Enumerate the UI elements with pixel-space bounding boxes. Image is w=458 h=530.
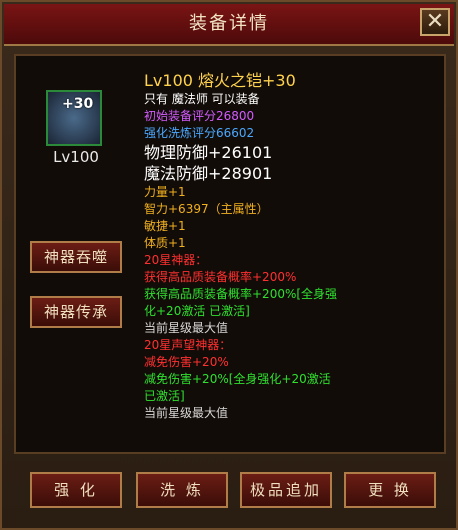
- window-title: 装备详情: [189, 13, 269, 34]
- replace-label: 更 换: [368, 481, 412, 499]
- prestige-20-effect: 减免伤害+20%: [144, 355, 229, 369]
- artifact-20-max: 当前星级最大值: [144, 321, 229, 335]
- close-button[interactable]: ✕: [420, 8, 450, 36]
- refine-score: 强化洗炼评分66602: [144, 126, 255, 140]
- wash-label: 洗 炼: [160, 481, 204, 499]
- item-stats: Lv100 熔火之铠+30 只有 魔法师 可以装备 初始装备评分26800 强化…: [144, 70, 440, 422]
- agility-stat: 敏捷+1: [144, 219, 186, 233]
- item-info-area: +30 Lv100 神器吞噬 神器传承 Lv100 熔火之铠+30 只有 魔法师…: [14, 54, 446, 454]
- intellect-stat: 智力+6397（主属性）: [144, 202, 269, 216]
- physical-defense: 物理防御+26101: [144, 143, 273, 162]
- item-plus-label: +30: [62, 96, 94, 112]
- enhance-button[interactable]: 强 化: [30, 472, 122, 508]
- append-label: 极品追加: [249, 481, 322, 499]
- item-icon[interactable]: +30: [46, 90, 102, 146]
- close-icon: ✕: [425, 9, 445, 34]
- prestige-20-bonus: 减免伤害+20%[全身强化+20激活: [144, 372, 331, 386]
- artifact-20-bonus: 获得高品质装备概率+200%[全身强: [144, 287, 338, 301]
- artifact-inherit-button[interactable]: 神器传承: [30, 296, 122, 328]
- replace-button[interactable]: 更 换: [344, 472, 436, 508]
- equipment-detail-panel: 装备详情 ✕ +30 Lv100 神器吞噬 神器传承 Lv100 熔火之铠+30…: [0, 0, 458, 530]
- artifact-20-effect: 获得高品质装备概率+200%: [144, 270, 297, 284]
- enhance-label: 强 化: [54, 481, 98, 499]
- artifact-20-title: 20星神器：: [144, 253, 208, 267]
- item-name: Lv100 熔火之铠+30: [144, 71, 296, 90]
- artifact-devour-button[interactable]: 神器吞噬: [30, 241, 122, 273]
- prestige-20-title: 20星声望神器：: [144, 338, 232, 352]
- item-level-label: Lv100: [53, 148, 99, 166]
- action-bar: 强 化 洗 炼 极品追加 更 换: [22, 472, 442, 512]
- magic-defense: 魔法防御+28901: [144, 164, 273, 183]
- artifact-20-bonus-cont: 化+20激活 已激活]: [144, 304, 250, 318]
- stamina-stat: 体质+1: [144, 236, 186, 250]
- prestige-20-bonus-cont: 已激活]: [144, 389, 185, 403]
- class-restriction: 只有 魔法师 可以装备: [144, 92, 260, 106]
- title-bar: 装备详情: [4, 4, 454, 46]
- wash-button[interactable]: 洗 炼: [136, 472, 228, 508]
- append-button[interactable]: 极品追加: [240, 472, 332, 508]
- prestige-20-max: 当前星级最大值: [144, 406, 229, 420]
- artifact-inherit-label: 神器传承: [43, 303, 108, 321]
- artifact-devour-label: 神器吞噬: [43, 248, 108, 266]
- initial-score: 初始装备评分26800: [144, 109, 255, 123]
- strength-stat: 力量+1: [144, 185, 186, 199]
